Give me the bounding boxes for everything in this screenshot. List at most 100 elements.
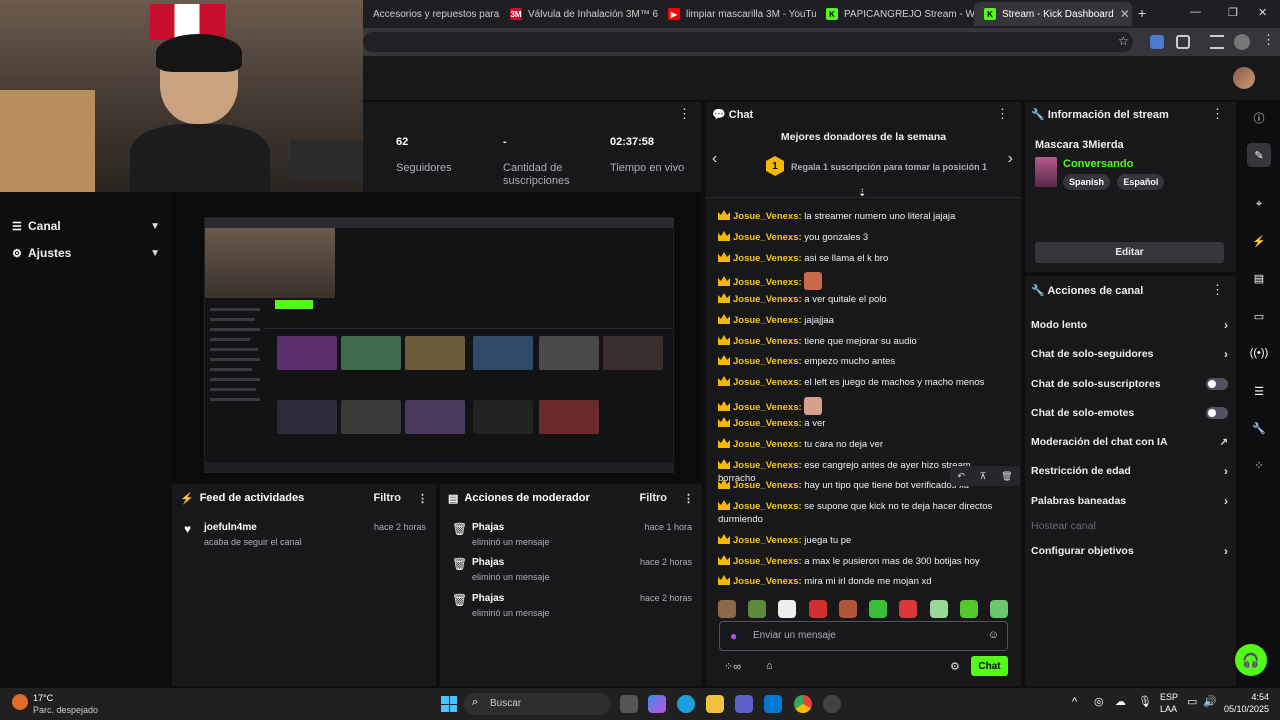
reply-icon[interactable]: ↶: [957, 471, 965, 482]
chat-username[interactable]: Josue_Venexs:: [733, 535, 802, 546]
chat-username[interactable]: Josue_Venexs:: [733, 576, 802, 587]
chat-message[interactable]: Josue_Venexs: tu cara no deja ver: [718, 438, 1004, 451]
chat-bubble-icon[interactable]: ▭: [1247, 304, 1271, 328]
chat-username[interactable]: Josue_Venexs:: [733, 253, 802, 264]
filter-button[interactable]: Filtro: [374, 492, 402, 504]
chevron-right-icon[interactable]: ›: [1008, 150, 1013, 168]
emote-icon[interactable]: [989, 600, 1008, 618]
chat-message[interactable]: Josue_Venexs: asi se llama el k bro: [718, 252, 1004, 265]
chat-message[interactable]: Josue_Venexs:: [718, 272, 1004, 290]
tab-accesorios[interactable]: Accesorios y repuestos para re ✕: [363, 2, 500, 26]
volume-icon[interactable]: 🔊: [1203, 695, 1217, 708]
clock-time[interactable]: 4:54: [1225, 692, 1269, 702]
action-followers-only[interactable]: Chat de solo-seguidores ›: [1031, 343, 1228, 365]
obs-icon[interactable]: [823, 695, 841, 713]
chat-username[interactable]: Josue_Venexs:: [733, 377, 802, 388]
bookmark-star-icon[interactable]: ☆: [1118, 34, 1129, 48]
action-configure-goals[interactable]: Configurar objetivos ›: [1031, 540, 1228, 562]
new-tab-button[interactable]: +: [1138, 5, 1146, 21]
action-ai-moderation[interactable]: Moderación del chat con IA ↗: [1031, 431, 1228, 453]
browser-menu-icon[interactable]: ⋮: [1262, 32, 1275, 48]
more-options-icon[interactable]: ⋮: [1211, 282, 1224, 298]
teams-icon[interactable]: [735, 695, 753, 713]
close-icon[interactable]: ✕: [1120, 7, 1130, 21]
support-button[interactable]: 🎧: [1235, 644, 1267, 676]
tab-youtube[interactable]: ▶ limpiar mascarilla 3M - YouTube ✕: [658, 2, 816, 26]
file-explorer-icon[interactable]: [706, 695, 724, 713]
chat-username[interactable]: Josue_Venexs:: [733, 418, 802, 429]
cloud-icon[interactable]: ☁: [1115, 695, 1126, 708]
task-view-icon[interactable]: [620, 695, 638, 713]
chat-message[interactable]: Josue_Venexs: a ver: [718, 417, 1004, 430]
minimize-button[interactable]: —: [1190, 6, 1201, 18]
chat-settings-icon[interactable]: ⚙: [950, 660, 960, 673]
maximize-button[interactable]: ❐: [1228, 6, 1238, 19]
action-age-restriction[interactable]: Restricción de edad ›: [1031, 460, 1228, 482]
sidebar-item-ajustes[interactable]: ⚙ Ajustes ▼: [0, 240, 172, 266]
chat-message[interactable]: Josue_Venexs: la streamer numero uno lit…: [718, 210, 1004, 223]
activity-user[interactable]: joefuln4me: [204, 522, 257, 533]
focus-icon[interactable]: ⌖: [1247, 192, 1271, 216]
taskbar-search[interactable]: ⌕ Buscar: [463, 693, 611, 715]
tab-kick-dashboard[interactable]: K Stream - Kick Dashboard ✕: [974, 2, 1132, 26]
chat-username[interactable]: Josue_Venexs:: [733, 336, 802, 347]
chat-message[interactable]: Josue_Venexs: se supone que kick no te d…: [718, 500, 1004, 526]
stream-preview[interactable]: [172, 192, 701, 482]
emote-icon[interactable]: [838, 600, 857, 618]
profile-icon[interactable]: [1234, 34, 1250, 50]
more-options-icon[interactable]: ⋮: [683, 492, 694, 505]
chat-username[interactable]: Josue_Venexs:: [733, 294, 802, 305]
bolt-icon[interactable]: ⚡: [1247, 229, 1271, 253]
sidebar-item-canal[interactable]: ☰ Canal ▼: [0, 213, 172, 239]
store-icon[interactable]: [764, 695, 782, 713]
info-icon[interactable]: ⓘ: [1247, 106, 1271, 130]
rewards-icon[interactable]: ⁘∞: [724, 660, 741, 673]
trash-icon[interactable]: 🗑: [1001, 471, 1012, 482]
chat-message[interactable]: Josue_Venexs: empezo mucho antes: [718, 355, 1004, 368]
extensions-icon[interactable]: [1176, 35, 1190, 49]
action-banned-words[interactable]: Palabras baneadas ›: [1031, 490, 1228, 512]
emoji-icon[interactable]: ☺: [988, 629, 999, 641]
tab-valvula[interactable]: 3M Válvula de Inhalación 3M™ 6893 ✕: [500, 2, 658, 26]
chat-username[interactable]: Josue_Venexs:: [733, 277, 802, 288]
network-icon[interactable]: ▭: [1187, 695, 1197, 708]
chat-message[interactable]: Josue_Venexs: juega tu pe: [718, 534, 1004, 547]
microphone-icon[interactable]: 🎙: [1138, 695, 1152, 708]
filter-button[interactable]: Filtro: [640, 492, 668, 504]
chat-username[interactable]: Josue_Venexs:: [733, 356, 802, 367]
emote-icon[interactable]: [808, 600, 827, 618]
chat-username[interactable]: Josue_Venexs:: [733, 460, 802, 471]
chat-message[interactable]: Josue_Venexs: a max le pusieron mas de 3…: [718, 555, 1004, 568]
url-input[interactable]: [363, 32, 1133, 52]
action-slow-mode[interactable]: Modo lento ›: [1031, 314, 1228, 336]
microphone-icon[interactable]: ●: [730, 629, 737, 643]
chat-send-button[interactable]: Chat: [971, 656, 1008, 676]
chat-username[interactable]: Josue_Venexs:: [733, 315, 802, 326]
edge-icon[interactable]: [677, 695, 695, 713]
chat-message[interactable]: Josue_Venexs: mira mi irl donde me mojan…: [718, 575, 1004, 588]
emote-icon[interactable]: [899, 600, 918, 618]
close-window-button[interactable]: ✕: [1258, 6, 1267, 19]
apps-icon[interactable]: ⁘: [1247, 453, 1271, 477]
more-options-icon[interactable]: ⋮: [678, 106, 691, 122]
pin-icon[interactable]: ⊼: [980, 471, 987, 482]
language-code[interactable]: ESP: [1160, 692, 1178, 702]
chat-input[interactable]: ● Enviar un mensaje ☺: [719, 621, 1008, 651]
mod-user[interactable]: Phajas: [472, 522, 504, 533]
mod-user[interactable]: Phajas: [472, 593, 504, 604]
store-icon[interactable]: ⌂: [766, 660, 773, 672]
chat-username[interactable]: Josue_Venexs:: [733, 439, 802, 450]
more-options-icon[interactable]: ⋮: [1211, 106, 1224, 122]
emotes-only-toggle[interactable]: [1206, 407, 1228, 419]
weather-icon[interactable]: [12, 694, 28, 710]
chat-username[interactable]: Josue_Venexs:: [733, 232, 802, 243]
sync-icon[interactable]: ◎: [1094, 695, 1104, 708]
emote-icon[interactable]: [869, 600, 888, 618]
document-icon[interactable]: ▤: [1247, 266, 1271, 290]
emote-icon[interactable]: [778, 600, 797, 618]
chat-username[interactable]: Josue_Venexs:: [733, 402, 802, 413]
translate-icon[interactable]: [1150, 35, 1164, 49]
pencil-icon[interactable]: ✎: [1247, 143, 1271, 167]
emote-icon[interactable]: [748, 600, 767, 618]
chevron-left-icon[interactable]: ‹: [712, 150, 717, 168]
